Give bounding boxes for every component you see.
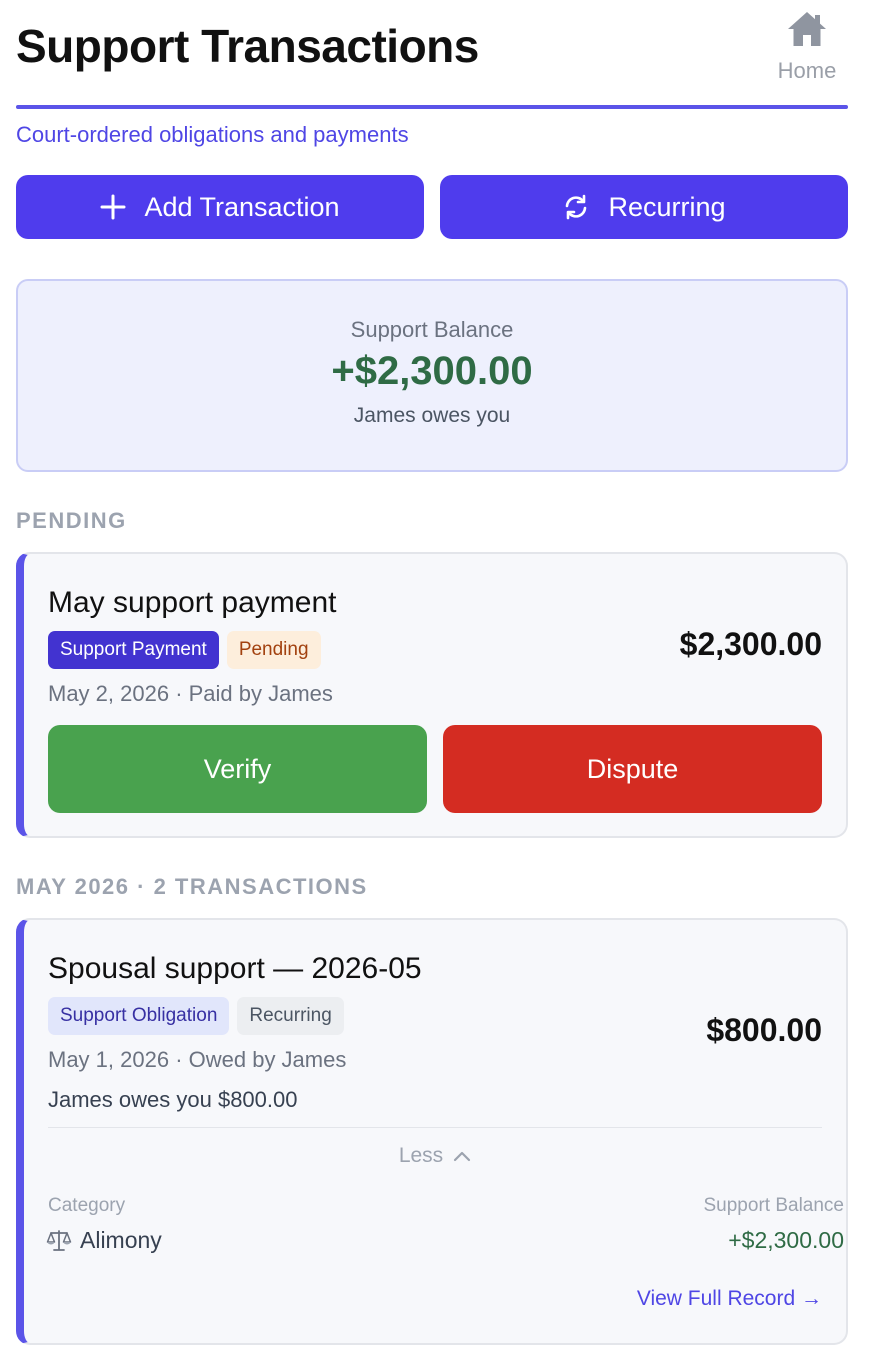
page-title: Support Transactions	[16, 20, 479, 72]
type-badge: Support Payment	[48, 631, 219, 669]
support-balance-card: Support Balance +$2,300.00 James owes yo…	[16, 279, 848, 472]
pending-actions: Verify Dispute	[48, 725, 822, 813]
transaction-meta: May 2, 2026 · Paid by James	[48, 681, 333, 706]
transaction-tags: Support Payment Pending	[48, 631, 321, 669]
recurring-button[interactable]: Recurring	[440, 175, 848, 239]
transaction-card[interactable]: Spousal support — 2026-05 Support Obliga…	[16, 918, 848, 1345]
add-transaction-label: Add Transaction	[144, 191, 340, 222]
category-value: Alimony	[46, 1227, 162, 1254]
balance-detail-label: Support Balance	[703, 1195, 845, 1216]
recurring-badge: Recurring	[237, 997, 344, 1035]
scales-icon	[46, 1229, 72, 1251]
less-toggle[interactable]: Less	[24, 1144, 846, 1168]
balance-label: Support Balance	[350, 317, 514, 342]
refresh-icon	[566, 194, 587, 220]
less-label: Less	[398, 1144, 444, 1167]
view-full-record-link[interactable]: View Full Record →	[637, 1287, 822, 1311]
balance-amount: +$2,300.00	[331, 349, 533, 393]
status-badge: Pending	[226, 631, 321, 669]
chevron-up-icon	[454, 1151, 471, 1162]
home-link[interactable]: Home	[774, 10, 840, 84]
pending-transaction-card[interactable]: May support payment Support Payment Pend…	[16, 552, 848, 838]
verify-button[interactable]: Verify	[48, 725, 427, 813]
recurring-label: Recurring	[608, 191, 726, 222]
transaction-amount: $2,300.00	[679, 626, 822, 662]
dispute-button[interactable]: Dispute	[443, 725, 822, 813]
category-label: Category	[48, 1195, 126, 1216]
action-buttons: Add Transaction Recurring	[16, 175, 848, 239]
transaction-amount: $800.00	[706, 1012, 822, 1048]
home-label: Home	[777, 58, 837, 83]
transaction-title: Spousal support — 2026-05	[48, 952, 422, 985]
owes-text: James owes you $800.00	[48, 1087, 298, 1112]
month-section-label: MAY 2026 · 2 TRANSACTIONS	[16, 874, 368, 899]
page-subtitle: Court-ordered obligations and payments	[16, 122, 409, 147]
title-divider	[16, 105, 848, 109]
balance-note: James owes you	[353, 404, 511, 427]
type-badge: Support Obligation	[48, 997, 230, 1035]
category-text: Alimony	[80, 1227, 162, 1253]
transaction-tags: Support Obligation Recurring	[48, 997, 344, 1035]
transaction-meta: May 1, 2026 · Owed by James	[48, 1047, 347, 1072]
home-icon	[788, 12, 826, 46]
page-header: Support Transactions Home	[16, 0, 848, 110]
transaction-title: May support payment	[48, 586, 337, 619]
add-transaction-button[interactable]: Add Transaction	[16, 175, 424, 239]
plus-icon	[100, 194, 126, 220]
card-divider	[48, 1127, 822, 1128]
balance-detail-value: +$2,300.00	[728, 1227, 844, 1253]
pending-section-label: PENDING	[16, 508, 127, 533]
